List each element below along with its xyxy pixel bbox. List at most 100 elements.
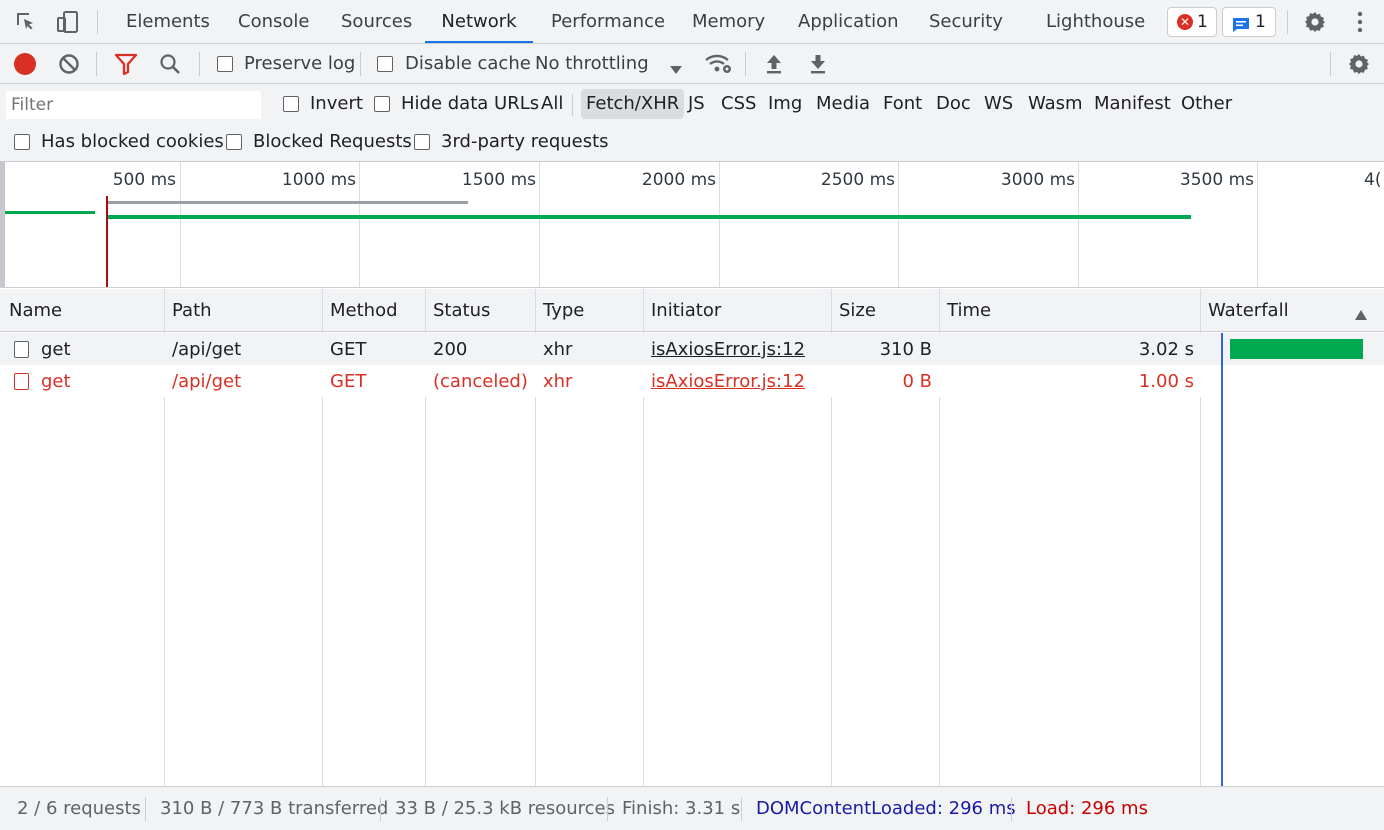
request-path: /api/get [172, 339, 242, 360]
invert-label: Invert [310, 93, 363, 114]
overview-request-bar [108, 215, 1191, 219]
finish-time: Finish: 3.31 s [622, 798, 741, 819]
hide-data-urls-checkbox[interactable] [374, 96, 390, 112]
overview-tick: 3500 ms [1179, 170, 1254, 190]
search-icon[interactable] [159, 53, 181, 75]
overview-request-bar [108, 201, 468, 204]
more-options-icon[interactable] [1350, 10, 1370, 34]
table-row[interactable]: get /api/get GET (canceled) xhr isAxiosE… [0, 365, 1384, 397]
overview-request-bar [5, 211, 95, 214]
errors-count: 1 [1197, 12, 1208, 32]
column-name[interactable]: Name [1, 289, 62, 332]
request-time: 1.00 s [1138, 371, 1194, 392]
error-icon: ✕ [1177, 14, 1193, 30]
request-method: GET [330, 371, 367, 392]
request-count: 2 / 6 requests [17, 798, 141, 819]
request-status: 200 [433, 339, 468, 360]
sort-ascending-icon[interactable] [1354, 305, 1368, 320]
type-filter-ws[interactable]: WS [984, 84, 1013, 124]
message-icon [1232, 14, 1250, 32]
clear-icon[interactable] [58, 53, 80, 75]
type-filter-manifest[interactable]: Manifest [1094, 84, 1171, 124]
column-type[interactable]: Type [535, 289, 584, 332]
network-overview-timeline[interactable]: 500 ms 1000 ms 1500 ms 2000 ms 2500 ms 3… [0, 162, 1384, 288]
request-table-header: Name Path Method Status Type Initiator S… [0, 289, 1384, 332]
tab-security[interactable]: Security [929, 0, 1003, 44]
filter-funnel-icon[interactable] [114, 53, 138, 76]
document-icon [14, 341, 29, 358]
tab-elements[interactable]: Elements [126, 0, 210, 44]
inspect-element-icon[interactable] [14, 10, 38, 34]
column-status[interactable]: Status [425, 289, 490, 332]
column-waterfall[interactable]: Waterfall [1200, 289, 1289, 332]
type-filter-other[interactable]: Other [1181, 84, 1232, 124]
resources-size: 33 B / 25.3 kB resources [395, 798, 616, 819]
waterfall-dcl-line [1221, 333, 1223, 786]
table-row[interactable]: get /api/get GET 200 xhr isAxiosError.js… [0, 333, 1384, 365]
request-method: GET [330, 339, 367, 360]
tab-application[interactable]: Application [798, 0, 899, 44]
invert-checkbox[interactable] [283, 96, 299, 112]
type-filter-img[interactable]: Img [768, 84, 802, 124]
tab-lighthouse[interactable]: Lighthouse [1046, 0, 1145, 44]
tab-sources[interactable]: Sources [341, 0, 412, 44]
tab-console[interactable]: Console [238, 0, 309, 44]
column-path[interactable]: Path [164, 289, 212, 332]
type-filter-js[interactable]: JS [688, 84, 705, 124]
type-filter-font[interactable]: Font [883, 84, 922, 124]
request-type: xhr [543, 339, 573, 360]
throttling-select[interactable]: No throttling [535, 44, 649, 84]
filter-bar: Invert Hide data URLs All Fetch/XHR JS C… [0, 84, 1384, 124]
type-filter-css[interactable]: CSS [721, 84, 756, 124]
filter-input[interactable] [6, 91, 261, 119]
tab-network[interactable]: Network [425, 0, 533, 43]
import-har-icon[interactable] [764, 53, 784, 75]
messages-badge[interactable]: 1 [1222, 7, 1276, 37]
overview-tick: 1500 ms [461, 170, 536, 190]
column-method[interactable]: Method [322, 289, 398, 332]
dom-content-loaded: DOMContentLoaded: 296 ms [756, 798, 1016, 819]
record-button[interactable] [14, 53, 36, 75]
column-time[interactable]: Time [939, 289, 991, 332]
errors-badge[interactable]: ✕ 1 [1167, 7, 1217, 37]
column-size[interactable]: Size [831, 289, 876, 332]
has-blocked-cookies-label: Has blocked cookies [41, 131, 224, 152]
tab-performance[interactable]: Performance [551, 0, 665, 44]
has-blocked-cookies-checkbox[interactable] [14, 134, 30, 150]
hide-data-urls-label: Hide data URLs [401, 93, 540, 114]
network-conditions-icon[interactable] [704, 52, 732, 76]
column-initiator[interactable]: Initiator [643, 289, 721, 332]
overview-load-marker [106, 196, 108, 287]
blocked-requests-label: Blocked Requests [253, 131, 412, 152]
request-type: xhr [543, 371, 573, 392]
settings-gear-icon[interactable] [1303, 10, 1327, 34]
type-filter-all[interactable]: All [541, 84, 563, 124]
request-name: get [41, 339, 71, 360]
type-filter-doc[interactable]: Doc [936, 84, 971, 124]
chevron-down-icon[interactable] [669, 59, 683, 74]
status-bar: 2 / 6 requests 310 B / 773 B transferred… [0, 786, 1384, 830]
request-initiator-link[interactable]: isAxiosError.js:12 [651, 365, 805, 397]
blocked-requests-checkbox[interactable] [226, 134, 242, 150]
overview-tick: 1000 ms [281, 170, 356, 190]
overview-tick: 2000 ms [641, 170, 716, 190]
disable-cache-checkbox[interactable] [377, 56, 393, 72]
type-filter-fetch-xhr[interactable]: Fetch/XHR [581, 89, 685, 119]
transferred-size: 310 B / 773 B transferred [160, 798, 389, 819]
device-toolbar-icon[interactable] [55, 9, 81, 35]
load-time: Load: 296 ms [1026, 798, 1148, 819]
request-initiator-link[interactable]: isAxiosError.js:12 [651, 333, 805, 365]
messages-count: 1 [1255, 12, 1266, 32]
overview-tick: 3000 ms [1000, 170, 1075, 190]
tab-memory[interactable]: Memory [692, 0, 765, 44]
network-settings-gear-icon[interactable] [1347, 52, 1371, 76]
network-toolbar: Preserve log Disable cache No throttling [0, 44, 1384, 84]
type-filter-media[interactable]: Media [816, 84, 870, 124]
type-filter-wasm[interactable]: Wasm [1028, 84, 1083, 124]
overview-tick: 500 ms [112, 170, 176, 190]
preserve-log-checkbox[interactable] [217, 56, 233, 72]
preserve-log-label: Preserve log [244, 53, 356, 74]
third-party-checkbox[interactable] [414, 134, 430, 150]
request-size: 310 B [879, 339, 932, 360]
export-har-icon[interactable] [808, 53, 828, 75]
